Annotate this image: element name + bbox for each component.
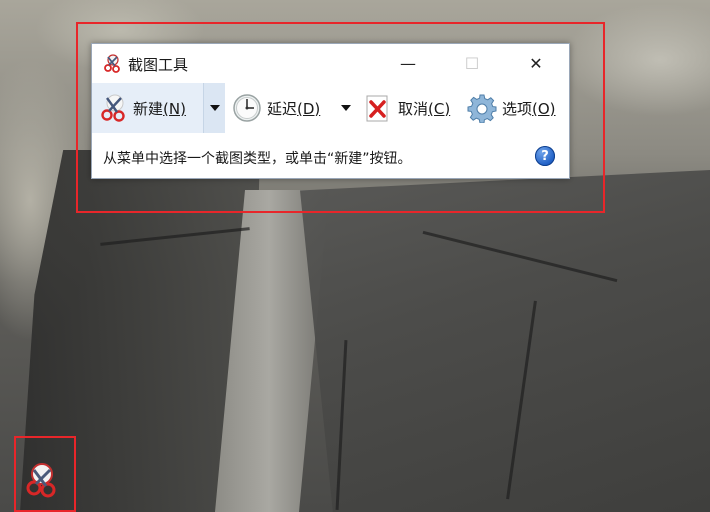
new-snip-label: 新建(N) <box>133 99 186 118</box>
gear-icon <box>467 93 497 124</box>
title-bar[interactable]: 截图工具 — ☐ ✕ <box>92 44 569 82</box>
cancel-button[interactable]: 取消(C) <box>363 83 458 133</box>
cancel-label: 取消(C) <box>398 99 451 118</box>
dropdown-arrow-icon <box>209 105 220 111</box>
taskbar-snipping-tool-icon[interactable] <box>20 460 60 500</box>
snipping-tool-window: 截图工具 — ☐ ✕ 新建(N) 延迟(D) 取消(C) 选项(O) 从菜单中选… <box>91 43 570 179</box>
delay-dropdown-button[interactable] <box>338 83 354 133</box>
options-label: 选项(O) <box>502 99 556 118</box>
options-button[interactable]: 选项(O) <box>467 83 571 133</box>
delay-button[interactable]: 延迟(D) <box>230 83 330 133</box>
red-x-icon <box>363 93 393 123</box>
new-snip-dropdown-button[interactable] <box>203 83 225 133</box>
delay-label: 延迟(D) <box>267 99 321 118</box>
status-bar: 从菜单中选择一个截图类型，或单击“新建”按钮。 ? <box>92 133 569 178</box>
scissors-icon <box>98 93 128 123</box>
cancel-accelerator: (C) <box>428 99 451 118</box>
minimize-icon: — <box>400 53 416 73</box>
delay-accelerator: (D) <box>297 99 321 118</box>
help-icon[interactable]: ? <box>535 146 555 166</box>
status-message: 从菜单中选择一个截图类型，或单击“新建”按钮。 <box>103 151 412 167</box>
minimize-button[interactable]: — <box>377 44 439 82</box>
maximize-button[interactable]: ☐ <box>441 44 503 82</box>
clock-icon <box>232 93 262 123</box>
desktop-background: 截图工具 — ☐ ✕ 新建(N) 延迟(D) 取消(C) 选项(O) 从菜单中选… <box>0 0 710 512</box>
snipping-tool-app-icon <box>102 53 122 73</box>
close-button[interactable]: ✕ <box>505 44 567 82</box>
close-icon: ✕ <box>529 53 543 73</box>
options-accelerator: (O) <box>532 99 556 118</box>
new-snip-accelerator: (N) <box>163 99 186 118</box>
dropdown-arrow-icon <box>341 105 351 111</box>
new-snip-button[interactable]: 新建(N) <box>92 83 203 133</box>
maximize-icon: ☐ <box>464 53 480 73</box>
toolbar: 新建(N) 延迟(D) 取消(C) 选项(O) <box>92 83 569 133</box>
window-title: 截图工具 <box>128 56 189 74</box>
rock-face-right <box>300 170 710 512</box>
